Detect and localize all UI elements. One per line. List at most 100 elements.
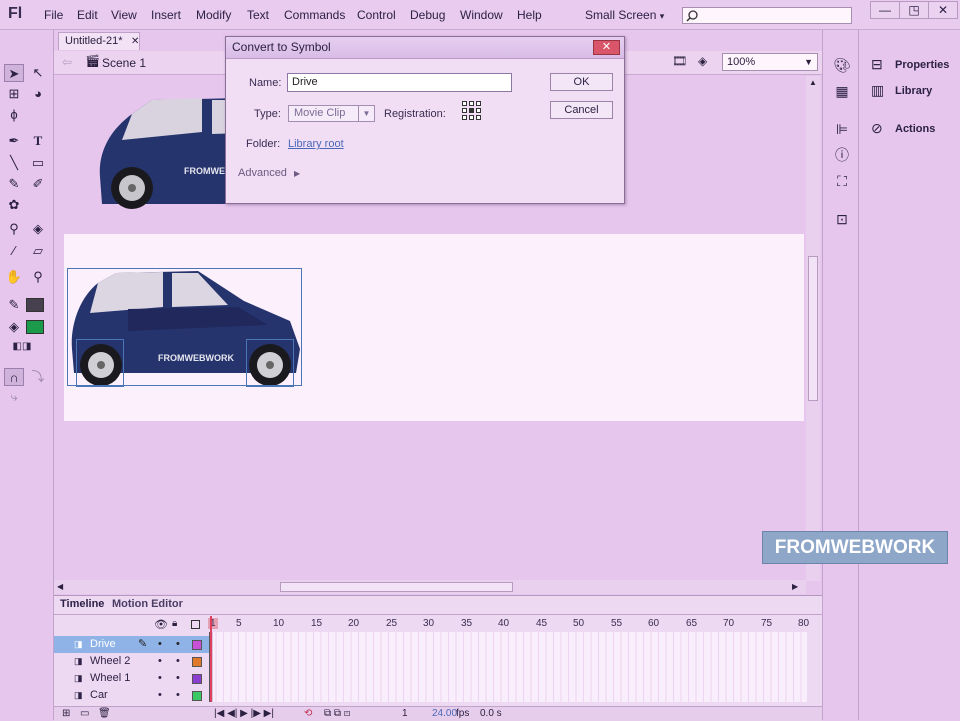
bone-tool-icon[interactable]: ⚲ [4, 220, 24, 238]
lock-all-icon[interactable]: 🔒︎ [172, 618, 177, 629]
layer-drive[interactable]: ◨ Drive ✎ • • [54, 636, 209, 653]
close-tab-icon[interactable]: ✕ [131, 33, 139, 50]
help-search-input[interactable] [682, 7, 852, 24]
lock-dot[interactable]: • [176, 687, 180, 704]
wheel-2-bounding-box[interactable] [246, 339, 294, 387]
layer-color-swatch[interactable] [192, 691, 202, 701]
cancel-button[interactable]: Cancel [550, 101, 613, 119]
paint-bucket-tool-icon[interactable]: ◈ [28, 220, 48, 238]
lock-dot[interactable]: • [176, 636, 180, 653]
lasso-tool-icon[interactable]: ϕ [4, 106, 24, 124]
layer-color-swatch[interactable] [192, 674, 202, 684]
menu-insert[interactable]: Insert [151, 8, 181, 22]
straighten-icon[interactable]: ⤷ [4, 388, 24, 406]
stage[interactable]: FROMWEBWORK [64, 234, 804, 421]
minimize-button[interactable]: — [870, 1, 900, 19]
library-panel-tab[interactable]: Library [895, 85, 932, 97]
horizontal-scrollbar[interactable]: ◀ ▶ [54, 580, 806, 594]
menu-edit[interactable]: Edit [77, 8, 98, 22]
menu-help[interactable]: Help [517, 8, 542, 22]
actions-panel-tab[interactable]: Actions [895, 123, 935, 135]
lock-dot[interactable]: • [176, 653, 180, 670]
new-layer-icon[interactable]: ⊞ [62, 708, 70, 719]
workspace-switcher[interactable]: Small Screen ▾ [585, 8, 664, 22]
pencil-tool-icon[interactable]: ✎ [4, 175, 24, 193]
menu-view[interactable]: View [111, 8, 137, 22]
eraser-tool-icon[interactable]: ▱ [28, 242, 48, 260]
subselection-tool-icon[interactable]: ↖ [28, 64, 48, 82]
registration-grid[interactable] [462, 101, 482, 121]
outline-all-icon[interactable] [191, 620, 200, 629]
eyedropper-tool-icon[interactable]: ⁄ [4, 242, 24, 260]
vertical-scroll-thumb[interactable] [808, 256, 818, 401]
motion-editor-tab[interactable]: Motion Editor [112, 598, 183, 610]
3d-rotation-tool-icon[interactable]: ◕ [28, 85, 48, 103]
color-panel-icon[interactable]: 🎨︎ [833, 56, 851, 74]
smooth-icon[interactable]: ⤵ [28, 368, 48, 386]
ok-button[interactable]: OK [550, 73, 613, 91]
stroke-color-icon[interactable]: ✎ [4, 296, 24, 314]
swap-colors-icon[interactable]: ◧◨ [12, 338, 32, 356]
timeline-tab[interactable]: Timeline [60, 598, 104, 610]
show-hide-all-icon[interactable]: 👁︎ [154, 618, 168, 631]
hand-tool-icon[interactable]: ✋ [4, 268, 24, 286]
scroll-right-arrow-icon[interactable]: ▶ [792, 582, 798, 591]
library-root-link[interactable]: Library root [288, 138, 344, 150]
visibility-dot[interactable]: • [158, 653, 162, 670]
free-transform-tool-icon[interactable]: ⊞ [4, 85, 24, 103]
scroll-left-arrow-icon[interactable]: ◀ [57, 582, 63, 591]
selection-tool-icon[interactable]: ➤ [4, 64, 24, 82]
menu-commands[interactable]: Commands [284, 8, 345, 22]
horizontal-scroll-thumb[interactable] [280, 582, 513, 592]
visibility-dot[interactable]: • [158, 636, 162, 653]
layer-car[interactable]: ◨ Car • • [54, 687, 209, 704]
lock-dot[interactable]: • [176, 670, 180, 687]
pen-tool-icon[interactable]: ✒ [4, 132, 24, 150]
text-tool-icon[interactable]: T [28, 132, 48, 150]
menu-window[interactable]: Window [460, 8, 503, 22]
zoom-tool-icon[interactable]: ⚲ [28, 268, 48, 286]
frame-rate[interactable]: 24.00 [432, 708, 457, 719]
layer-color-swatch[interactable] [192, 640, 202, 650]
layer-wheel-2[interactable]: ◨ Wheel 2 • • [54, 653, 209, 670]
scroll-up-arrow-icon[interactable]: ▲ [809, 78, 817, 87]
deco-tool-icon[interactable]: ✿ [4, 196, 24, 214]
menu-debug[interactable]: Debug [410, 8, 445, 22]
brush-tool-icon[interactable]: ✐ [28, 175, 48, 193]
components-panel-icon[interactable]: ⊡ [833, 210, 851, 228]
onion-skin-icon[interactable]: ⟲ [304, 708, 312, 719]
edit-scene-icon[interactable]: 🎞︎ [672, 54, 687, 68]
fill-color-icon[interactable]: ◈ [4, 318, 24, 336]
visibility-dot[interactable]: • [158, 687, 162, 704]
onion-options-icon[interactable]: ⧉ ⧉ ⊡ [324, 708, 350, 719]
align-panel-icon[interactable]: ⊫ [833, 120, 851, 138]
dialog-close-button[interactable]: ✕ [593, 40, 620, 55]
line-tool-icon[interactable]: ╲ [4, 154, 24, 172]
restore-button[interactable]: ◳ [899, 1, 929, 19]
back-arrow-icon[interactable]: ⇦ [62, 55, 72, 69]
edit-symbols-icon[interactable]: ◈ [698, 54, 707, 68]
snap-to-objects-icon[interactable]: ∩ [4, 368, 24, 386]
menu-control[interactable]: Control [357, 8, 396, 22]
visibility-dot[interactable]: • [158, 670, 162, 687]
menu-modify[interactable]: Modify [196, 8, 231, 22]
fill-color-swatch[interactable] [26, 320, 44, 334]
layer-color-swatch[interactable] [192, 657, 202, 667]
stroke-color-swatch[interactable] [26, 298, 44, 312]
rectangle-tool-icon[interactable]: ▭ [28, 154, 48, 172]
menu-text[interactable]: Text [247, 8, 269, 22]
selected-car-bounding-box[interactable]: FROMWEBWORK [67, 268, 302, 387]
swatches-panel-icon[interactable]: ▦ [833, 82, 851, 100]
properties-panel-tab[interactable]: Properties [895, 59, 949, 71]
playhead[interactable] [210, 616, 212, 702]
info-panel-icon[interactable]: ⓘ [833, 146, 851, 164]
frames-grid[interactable] [209, 632, 807, 702]
symbol-name-input[interactable]: Drive [287, 73, 512, 92]
close-window-button[interactable]: ✕ [928, 1, 958, 19]
vertical-scrollbar[interactable]: ▲ [806, 76, 820, 581]
delete-layer-icon[interactable]: 🗑︎ [98, 708, 111, 719]
menu-file[interactable]: File [44, 8, 63, 22]
symbol-type-select[interactable]: Movie Clip ▼ [288, 105, 375, 122]
new-folder-icon[interactable]: ▭ [80, 708, 89, 719]
zoom-select[interactable]: 100% ▼ [722, 53, 818, 71]
